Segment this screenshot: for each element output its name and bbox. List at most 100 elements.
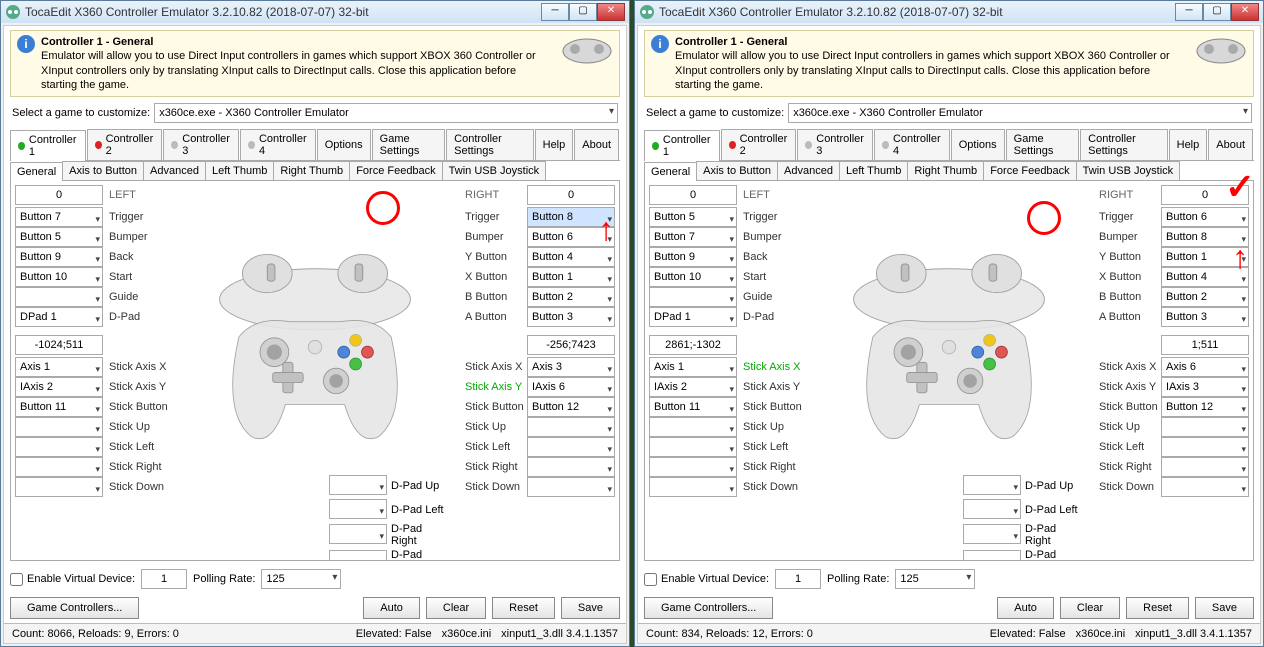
subtab-axis-to-button[interactable]: Axis to Button bbox=[62, 161, 144, 180]
dpad-dropdown[interactable] bbox=[329, 499, 387, 519]
right-mapping-dropdown[interactable]: Axis 3 bbox=[527, 357, 615, 377]
virtual-device-spin[interactable] bbox=[141, 569, 187, 589]
close-button[interactable]: ✕ bbox=[597, 3, 625, 21]
tab-about[interactable]: About bbox=[1208, 129, 1253, 160]
right-mapping-dropdown[interactable] bbox=[527, 457, 615, 477]
game-controllers-button[interactable]: Game Controllers... bbox=[10, 597, 139, 619]
subtab-general[interactable]: General bbox=[644, 162, 697, 181]
right-mapping-dropdown[interactable]: Button 3 bbox=[1161, 307, 1249, 327]
right-mapping-dropdown[interactable]: Button 1 bbox=[527, 267, 615, 287]
left-mapping-dropdown[interactable]: Button 9 bbox=[649, 247, 737, 267]
left-header-num[interactable]: 0 bbox=[649, 185, 737, 205]
subtab-right-thumb[interactable]: Right Thumb bbox=[907, 161, 984, 180]
dpad-dropdown[interactable] bbox=[329, 475, 387, 495]
left-mapping-dropdown[interactable] bbox=[649, 417, 737, 437]
left-mapping-dropdown[interactable]: DPad 1 bbox=[649, 307, 737, 327]
right-mapping-dropdown[interactable]: Button 8 bbox=[527, 207, 615, 227]
right-mapping-dropdown[interactable] bbox=[1161, 437, 1249, 457]
right-mapping-dropdown[interactable]: Button 4 bbox=[1161, 267, 1249, 287]
right-mapping-dropdown[interactable]: Button 12 bbox=[527, 397, 615, 417]
tab-options[interactable]: Options bbox=[951, 129, 1005, 160]
right-mapping-dropdown[interactable] bbox=[527, 437, 615, 457]
left-mapping-dropdown[interactable]: Button 7 bbox=[649, 227, 737, 247]
left-mapping-dropdown[interactable]: IAxis 2 bbox=[15, 377, 103, 397]
titlebar[interactable]: TocaEdit X360 Controller Emulator 3.2.10… bbox=[1, 1, 629, 23]
tab-controller-2[interactable]: Controller 2 bbox=[87, 129, 163, 160]
left-mapping-dropdown[interactable] bbox=[649, 287, 737, 307]
tab-controller-4[interactable]: Controller 4 bbox=[874, 129, 950, 160]
dpad-dropdown[interactable] bbox=[329, 550, 387, 561]
right-mapping-dropdown[interactable] bbox=[1161, 477, 1249, 497]
left-mapping-dropdown[interactable]: Axis 1 bbox=[15, 357, 103, 377]
save-button[interactable]: Save bbox=[561, 597, 620, 619]
left-mapping-dropdown[interactable] bbox=[15, 287, 103, 307]
right-mapping-dropdown[interactable] bbox=[1161, 457, 1249, 477]
tab-about[interactable]: About bbox=[574, 129, 619, 160]
left-mapping-dropdown[interactable]: Button 11 bbox=[649, 397, 737, 417]
right-stick-num[interactable]: -256;7423 bbox=[527, 335, 615, 355]
tab-controller-1[interactable]: Controller 1 bbox=[10, 130, 86, 161]
right-mapping-dropdown[interactable] bbox=[1161, 417, 1249, 437]
left-mapping-dropdown[interactable] bbox=[15, 417, 103, 437]
right-mapping-dropdown[interactable]: Button 3 bbox=[527, 307, 615, 327]
subtab-left-thumb[interactable]: Left Thumb bbox=[839, 161, 908, 180]
subtab-twin-usb-joystick[interactable]: Twin USB Joystick bbox=[1076, 161, 1180, 180]
left-mapping-dropdown[interactable] bbox=[15, 437, 103, 457]
right-mapping-dropdown[interactable]: Button 2 bbox=[1161, 287, 1249, 307]
subtab-left-thumb[interactable]: Left Thumb bbox=[205, 161, 274, 180]
reset-button[interactable]: Reset bbox=[1126, 597, 1189, 619]
left-mapping-dropdown[interactable] bbox=[15, 477, 103, 497]
left-mapping-dropdown[interactable] bbox=[649, 457, 737, 477]
left-mapping-dropdown[interactable]: Button 7 bbox=[15, 207, 103, 227]
tab-game-settings[interactable]: Game Settings bbox=[1006, 129, 1079, 160]
right-header-num[interactable]: 0 bbox=[1161, 185, 1249, 205]
right-mapping-dropdown[interactable]: Button 1 bbox=[1161, 247, 1249, 267]
tab-controller-settings[interactable]: Controller Settings bbox=[446, 129, 533, 160]
enable-virtual-device-checkbox[interactable]: Enable Virtual Device: bbox=[10, 573, 135, 586]
clear-button[interactable]: Clear bbox=[1060, 597, 1120, 619]
tab-controller-4[interactable]: Controller 4 bbox=[240, 129, 316, 160]
subtab-axis-to-button[interactable]: Axis to Button bbox=[696, 161, 778, 180]
subtab-force-feedback[interactable]: Force Feedback bbox=[983, 161, 1076, 180]
tab-help[interactable]: Help bbox=[535, 129, 574, 160]
right-mapping-dropdown[interactable]: IAxis 6 bbox=[527, 377, 615, 397]
reset-button[interactable]: Reset bbox=[492, 597, 555, 619]
right-mapping-dropdown[interactable] bbox=[527, 477, 615, 497]
left-mapping-dropdown[interactable]: Button 10 bbox=[649, 267, 737, 287]
tab-controller-2[interactable]: Controller 2 bbox=[721, 129, 797, 160]
tab-help[interactable]: Help bbox=[1169, 129, 1208, 160]
minimize-button[interactable]: ─ bbox=[541, 3, 569, 21]
dpad-dropdown[interactable] bbox=[963, 475, 1021, 495]
polling-rate-dropdown[interactable]: 125 bbox=[261, 569, 341, 589]
maximize-button[interactable]: ▢ bbox=[1203, 3, 1231, 21]
left-stick-num[interactable]: 2861;-1302 bbox=[649, 335, 737, 355]
minimize-button[interactable]: ─ bbox=[1175, 3, 1203, 21]
tab-controller-settings[interactable]: Controller Settings bbox=[1080, 129, 1167, 160]
subtab-advanced[interactable]: Advanced bbox=[143, 161, 206, 180]
tab-options[interactable]: Options bbox=[317, 129, 371, 160]
clear-button[interactable]: Clear bbox=[426, 597, 486, 619]
enable-virtual-device-checkbox[interactable]: Enable Virtual Device: bbox=[644, 573, 769, 586]
subtab-force-feedback[interactable]: Force Feedback bbox=[349, 161, 442, 180]
virtual-device-spin[interactable] bbox=[775, 569, 821, 589]
left-mapping-dropdown[interactable]: Button 11 bbox=[15, 397, 103, 417]
select-game-dropdown[interactable]: x360ce.exe - X360 Controller Emulator bbox=[154, 103, 618, 123]
left-mapping-dropdown[interactable]: Axis 1 bbox=[649, 357, 737, 377]
right-mapping-dropdown[interactable] bbox=[527, 417, 615, 437]
save-button[interactable]: Save bbox=[1195, 597, 1254, 619]
right-mapping-dropdown[interactable]: Button 12 bbox=[1161, 397, 1249, 417]
right-mapping-dropdown[interactable]: Axis 6 bbox=[1161, 357, 1249, 377]
tab-controller-3[interactable]: Controller 3 bbox=[163, 129, 239, 160]
left-mapping-dropdown[interactable] bbox=[15, 457, 103, 477]
right-mapping-dropdown[interactable]: Button 4 bbox=[527, 247, 615, 267]
auto-button[interactable]: Auto bbox=[363, 597, 420, 619]
left-mapping-dropdown[interactable] bbox=[649, 477, 737, 497]
subtab-right-thumb[interactable]: Right Thumb bbox=[273, 161, 350, 180]
auto-button[interactable]: Auto bbox=[997, 597, 1054, 619]
right-mapping-dropdown[interactable]: Button 6 bbox=[527, 227, 615, 247]
left-mapping-dropdown[interactable]: IAxis 2 bbox=[649, 377, 737, 397]
left-mapping-dropdown[interactable] bbox=[649, 437, 737, 457]
left-mapping-dropdown[interactable]: Button 10 bbox=[15, 267, 103, 287]
subtab-advanced[interactable]: Advanced bbox=[777, 161, 840, 180]
left-mapping-dropdown[interactable]: DPad 1 bbox=[15, 307, 103, 327]
